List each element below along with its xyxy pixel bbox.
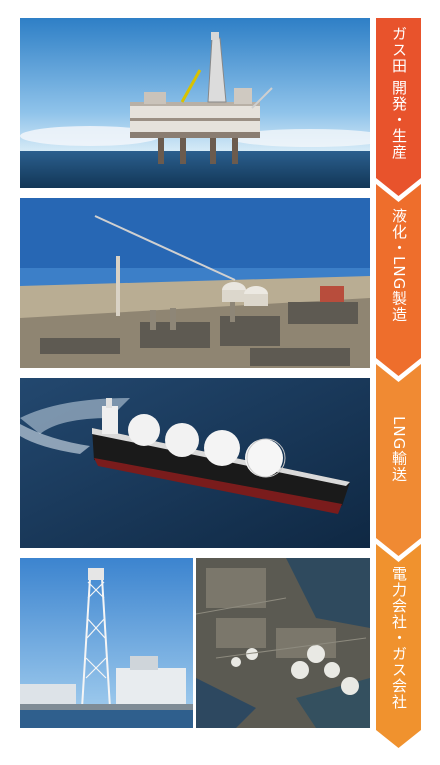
step-gas-field: ガス田 開発・生産 <box>376 26 421 176</box>
power-station-photo <box>20 558 193 728</box>
step-label: 電力会社・ガス会社 <box>390 566 408 710</box>
step-label: 液化・LNG製造 <box>390 208 408 323</box>
lng-carrier-ship-photo <box>20 378 370 548</box>
step-liquefaction: 液化・LNG製造 <box>376 208 421 358</box>
offshore-platform-photo <box>20 18 370 188</box>
step-label: LNG輸送 <box>390 416 408 483</box>
step-lng-transport: LNG輸送 <box>376 416 421 526</box>
lng-terminal-aerial-photo <box>196 558 370 728</box>
process-flow: ガス田 開発・生産 液化・LNG製造 LNG輸送 電力会社・ガス会社 <box>376 18 421 748</box>
step-label: ガス田 開発・生産 <box>390 26 408 160</box>
step-utilities: 電力会社・ガス会社 <box>376 566 421 726</box>
liquefaction-plant-photo <box>20 198 370 368</box>
